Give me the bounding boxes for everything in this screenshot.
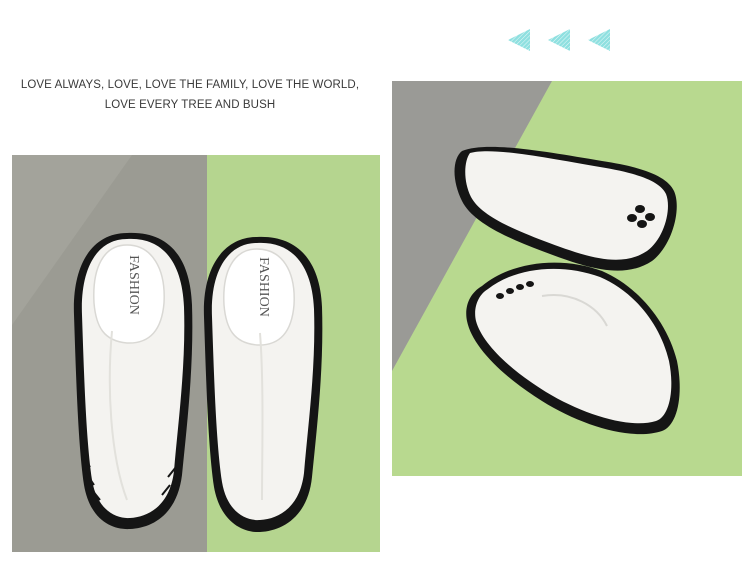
- left-shoe-image: FASHION: [73, 232, 193, 530]
- product-photo-side-view: [392, 81, 742, 476]
- arrow-left-icon: [508, 29, 530, 51]
- product-photo-top-view: FASHION FASHION: [12, 155, 380, 552]
- tagline-line-2: LOVE EVERY TREE AND BUSH: [104, 99, 276, 111]
- insole-brand-text: FASHION: [256, 257, 271, 317]
- right-shoe-image: FASHION: [203, 236, 323, 533]
- arrow-left-icon: [548, 29, 570, 51]
- insole-brand-text: FASHION: [126, 255, 141, 315]
- tagline-line-1: LOVE ALWAYS, LOVE, LOVE THE FAMILY, LOVE…: [20, 79, 360, 91]
- decorative-arrows: [505, 26, 615, 54]
- arrow-left-icon: [588, 29, 610, 51]
